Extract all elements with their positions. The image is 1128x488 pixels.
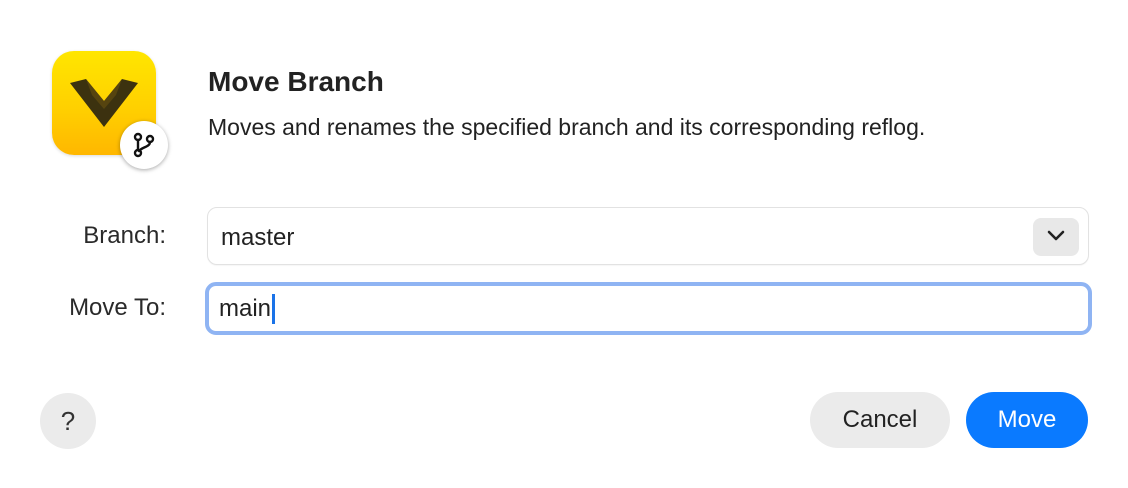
branch-dropdown-button[interactable]: [1033, 218, 1079, 256]
move-branch-dialog: Move Branch Moves and renames the specif…: [0, 0, 1128, 488]
cancel-button[interactable]: Cancel: [810, 392, 950, 448]
branch-label: Branch:: [83, 222, 166, 249]
dialog-title: Move Branch: [208, 66, 384, 97]
branch-select[interactable]: master: [207, 207, 1089, 265]
git-branch-icon: [120, 121, 168, 169]
dialog-description: Moves and renames the specified branch a…: [208, 114, 926, 140]
move-to-input[interactable]: main: [205, 282, 1092, 335]
move-to-label: Move To:: [69, 294, 166, 321]
text-caret: [272, 294, 276, 324]
help-button[interactable]: ?: [40, 393, 96, 449]
branch-select-value: master: [221, 224, 295, 251]
move-to-input-value: main: [219, 295, 272, 322]
move-button[interactable]: Move: [966, 392, 1088, 448]
chevron-down-icon: [1046, 228, 1066, 247]
move-to-input-content: main: [219, 294, 276, 324]
